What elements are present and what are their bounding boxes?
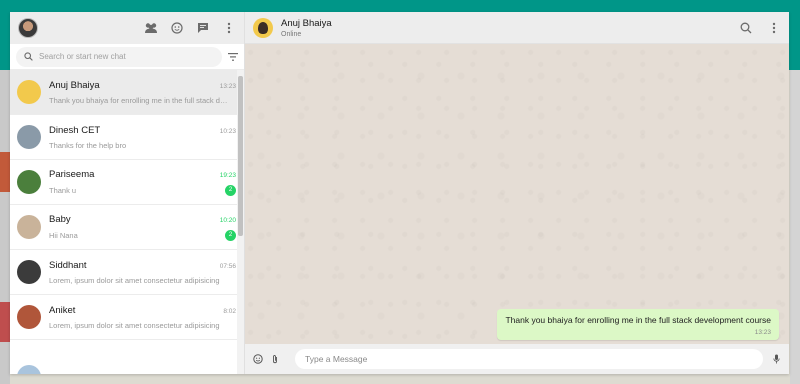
- message-input[interactable]: [295, 349, 763, 369]
- outgoing-message[interactable]: Thank you bhaiya for enrolling me in the…: [497, 309, 779, 340]
- chat-preview: Thank u: [49, 185, 77, 195]
- chat-list-item-partial[interactable]: [10, 340, 244, 374]
- chat-name: Baby: [49, 213, 71, 225]
- chat-name: Pariseema: [49, 168, 95, 180]
- chat-avatar: [17, 305, 41, 329]
- chat-list: Anuj Bhaiya 13:23 Thank you bhaiya for en…: [10, 70, 244, 374]
- chat-avatar: [17, 125, 41, 149]
- chat-preview: Thanks for the help bro: [49, 140, 127, 150]
- chat-list-item[interactable]: Siddhant 07:56 Lorem, ipsum dolor sit ame…: [10, 250, 244, 295]
- chat-list-item[interactable]: Pariseema 19:23 Thank u 2: [10, 160, 244, 205]
- conversation-header: Anuj Bhaiya Online: [245, 12, 789, 44]
- chat-avatar: [17, 170, 41, 194]
- contact-status: Online: [281, 30, 302, 38]
- chat-name: Dinesh CET: [49, 124, 101, 136]
- chat-avatar: [17, 365, 41, 374]
- left-background-strip: [0, 70, 10, 384]
- mic-icon[interactable]: [771, 354, 781, 364]
- chat-name: Anuj Bhaiya: [49, 79, 100, 91]
- filter-icon[interactable]: [228, 52, 238, 62]
- unread-badge: 2: [225, 184, 236, 196]
- unread-badge: 2: [225, 229, 236, 241]
- contact-name[interactable]: Anuj Bhaiya: [281, 18, 739, 29]
- chat-avatar: [17, 215, 41, 239]
- chat-preview: Lorem, ipsum dolor sit amet consectetur …: [49, 320, 220, 330]
- message-area: Thank you bhaiya for enrolling me in the…: [245, 44, 789, 344]
- search-box: [16, 46, 222, 67]
- conversation-panel: Anuj Bhaiya Online Thank you bhaiya for …: [245, 12, 789, 374]
- chat-time: 13:23: [219, 82, 236, 90]
- chat-list-item[interactable]: Anuj Bhaiya 13:23 Thank you bhaiya for en…: [10, 70, 244, 115]
- message-composer: [245, 344, 789, 374]
- attach-icon[interactable]: [271, 354, 279, 364]
- search-icon[interactable]: [739, 21, 753, 35]
- message-text: Thank you bhaiya for enrolling me in the…: [505, 315, 771, 325]
- sidebar: Anuj Bhaiya 13:23 Thank you bhaiya for en…: [10, 12, 245, 374]
- chat-time: 10:23: [219, 127, 236, 135]
- community-icon[interactable]: [144, 21, 158, 35]
- sidebar-header: [10, 12, 244, 44]
- search-icon: [24, 52, 33, 61]
- chat-time: 10:20: [219, 216, 236, 224]
- new-chat-icon[interactable]: [196, 21, 210, 35]
- status-icon[interactable]: [170, 21, 184, 35]
- chat-app: Anuj Bhaiya 13:23 Thank you bhaiya for en…: [10, 12, 789, 374]
- chat-time: 19:23: [219, 171, 236, 179]
- chat-avatar: [17, 260, 41, 284]
- search-row: [10, 44, 244, 70]
- chat-list-item[interactable]: Aniket 8:02 Lorem, ipsum dolor sit amet c…: [10, 295, 244, 340]
- user-avatar[interactable]: [18, 18, 38, 38]
- chat-list-item[interactable]: Dinesh CET 10:23 Thanks for the help bro: [10, 115, 244, 160]
- chat-avatar: [17, 80, 41, 104]
- chat-name: Siddhant: [49, 259, 87, 271]
- contact-avatar[interactable]: [253, 17, 273, 38]
- chat-preview: Hii Nana: [49, 230, 78, 240]
- emoji-icon[interactable]: [253, 354, 263, 364]
- scrollbar-thumb[interactable]: [238, 76, 243, 236]
- chat-time: 8:02: [223, 307, 236, 315]
- search-input[interactable]: [39, 52, 214, 61]
- menu-dots-icon[interactable]: [767, 21, 781, 35]
- chat-list-item[interactable]: Baby 10:20 Hii Nana 2: [10, 205, 244, 250]
- right-background-strip: [790, 70, 800, 384]
- chat-preview: Thank you bhaiya for enrolling me in the…: [49, 95, 229, 105]
- message-time: 13:23: [754, 329, 771, 336]
- chat-time: 07:56: [219, 262, 236, 270]
- menu-dots-icon[interactable]: [222, 21, 236, 35]
- chat-preview: Lorem, ipsum dolor sit amet consectetur …: [49, 275, 220, 285]
- chat-name: Aniket: [49, 304, 76, 316]
- sidebar-scrollbar[interactable]: [237, 70, 244, 374]
